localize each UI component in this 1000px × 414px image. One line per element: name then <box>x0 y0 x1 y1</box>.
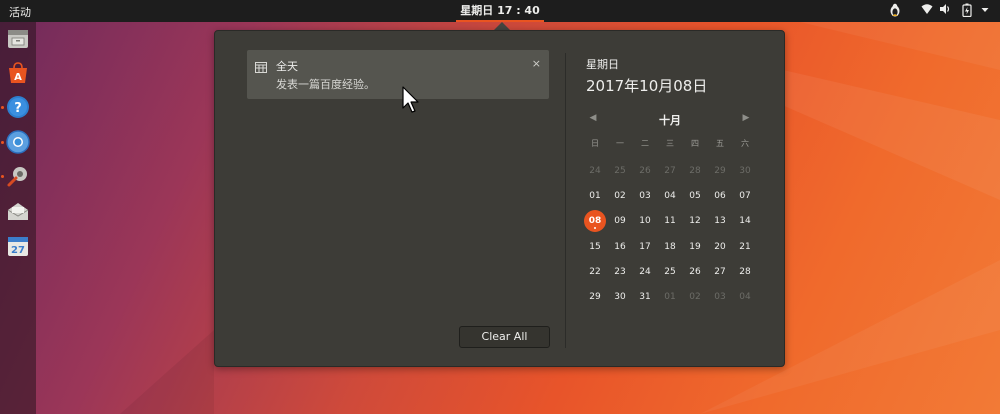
mouse-pointer-icon <box>402 86 419 113</box>
running-indicator <box>1 175 4 178</box>
clear-all-button[interactable]: Clear All <box>459 326 550 348</box>
svg-text:?: ? <box>14 101 22 116</box>
calendar-day[interactable]: 28 <box>733 263 757 281</box>
calendar-day[interactable]: 26 <box>683 263 707 281</box>
battery-icon[interactable] <box>960 3 974 19</box>
calendar-day[interactable]: 01 <box>658 288 682 306</box>
calendar-day[interactable]: 12 <box>683 212 707 230</box>
top-bar: 活动 星期日 17 : 40 <box>0 0 1000 22</box>
calendar-day[interactable]: 25 <box>608 162 632 180</box>
calendar-month: 十月 <box>659 114 681 127</box>
calendar-day[interactable]: 02 <box>608 187 632 205</box>
calendar-weekday-header: 日 <box>591 139 599 148</box>
calendar-day[interactable]: 22 <box>583 263 607 281</box>
calendar-app-icon[interactable]: 27 <box>6 234 30 258</box>
calendar-day[interactable]: 20 <box>708 238 732 256</box>
calendar-day[interactable]: 04 <box>658 187 682 205</box>
chromium-icon[interactable] <box>6 130 30 154</box>
dropdown-arrow-icon[interactable] <box>978 3 992 19</box>
calendar-day[interactable]: 13 <box>708 212 732 230</box>
dock: A ? 27 <box>0 22 36 414</box>
calendar-day[interactable]: 07 <box>733 187 757 205</box>
calendar-day[interactable]: 02 <box>683 288 707 306</box>
calendar-icon <box>255 58 267 73</box>
calendar-day[interactable]: 24 <box>583 162 607 180</box>
calendar-day[interactable]: 25 <box>658 263 682 281</box>
volume-icon[interactable] <box>938 3 952 19</box>
today-event-dot <box>594 227 596 229</box>
calendar-day[interactable]: 30 <box>608 288 632 306</box>
svg-text:A: A <box>14 72 22 83</box>
calendar-day[interactable]: 04 <box>733 288 757 306</box>
mail-icon[interactable] <box>6 200 30 224</box>
clock-button[interactable]: 星期日 17 : 40 <box>456 0 544 22</box>
system-logo-icon[interactable] <box>888 3 902 19</box>
calendar-weekday-header: 四 <box>691 139 699 148</box>
calendar-weekday-header: 五 <box>716 139 724 148</box>
software-center-icon[interactable]: A <box>6 61 30 85</box>
calendar-day[interactable]: 27 <box>658 162 682 180</box>
tools-icon[interactable] <box>6 164 30 188</box>
calendar-day[interactable]: 29 <box>708 162 732 180</box>
files-icon[interactable] <box>6 27 30 51</box>
running-indicator <box>1 106 4 109</box>
calendar-day[interactable]: 16 <box>608 238 632 256</box>
divider <box>565 53 566 348</box>
notification-card[interactable]: 全天 发表一篇百度经验。 × <box>247 50 549 99</box>
calendar-day[interactable]: 06 <box>708 187 732 205</box>
calendar-weekday-header: 二 <box>641 139 649 148</box>
date-menu-panel: 全天 发表一篇百度经验。 × Clear All 星期日 2017年10月08日… <box>214 30 785 367</box>
calendar-day[interactable]: 03 <box>708 288 732 306</box>
calendar-day[interactable]: 11 <box>658 212 682 230</box>
activities-button[interactable]: 活动 <box>9 4 31 20</box>
calendar-day[interactable]: 15 <box>583 238 607 256</box>
calendar-weekday: 星期日 <box>586 58 619 71</box>
help-icon[interactable]: ? <box>6 95 30 119</box>
calendar-day[interactable]: 10 <box>633 212 657 230</box>
calendar-day[interactable]: 14 <box>733 212 757 230</box>
calendar-day[interactable]: 18 <box>658 238 682 256</box>
calendar-day[interactable]: 31 <box>633 288 657 306</box>
calendar-day[interactable]: 23 <box>608 263 632 281</box>
calendar-weekday-header: 六 <box>741 139 749 148</box>
calendar-day[interactable]: 28 <box>683 162 707 180</box>
wifi-icon[interactable] <box>920 3 934 19</box>
next-month-icon[interactable]: ▶ <box>739 111 753 125</box>
calendar-full-date: 2017年10月08日 <box>586 77 708 95</box>
notification-body: 发表一篇百度经验。 <box>276 78 375 91</box>
calendar-day[interactable]: 26 <box>633 162 657 180</box>
calendar-day[interactable]: 21 <box>733 238 757 256</box>
calendar-day[interactable]: 27 <box>708 263 732 281</box>
calendar-day[interactable]: 30 <box>733 162 757 180</box>
svg-text:27: 27 <box>11 245 25 256</box>
calendar-day[interactable]: 29 <box>583 288 607 306</box>
calendar-day[interactable]: 05 <box>683 187 707 205</box>
notification-title: 全天 <box>276 60 298 73</box>
calendar-day[interactable]: 17 <box>633 238 657 256</box>
previous-month-icon[interactable]: ◀ <box>586 111 600 125</box>
calendar-weekday-header: 一 <box>616 139 624 148</box>
close-icon[interactable]: × <box>532 57 541 70</box>
calendar-day[interactable]: 03 <box>633 187 657 205</box>
calendar-weekday-header: 三 <box>666 139 674 148</box>
calendar-day[interactable]: 01 <box>583 187 607 205</box>
calendar-day[interactable]: 09 <box>608 212 632 230</box>
running-indicator <box>1 141 4 144</box>
calendar-day[interactable]: 24 <box>633 263 657 281</box>
calendar-day[interactable]: 19 <box>683 238 707 256</box>
